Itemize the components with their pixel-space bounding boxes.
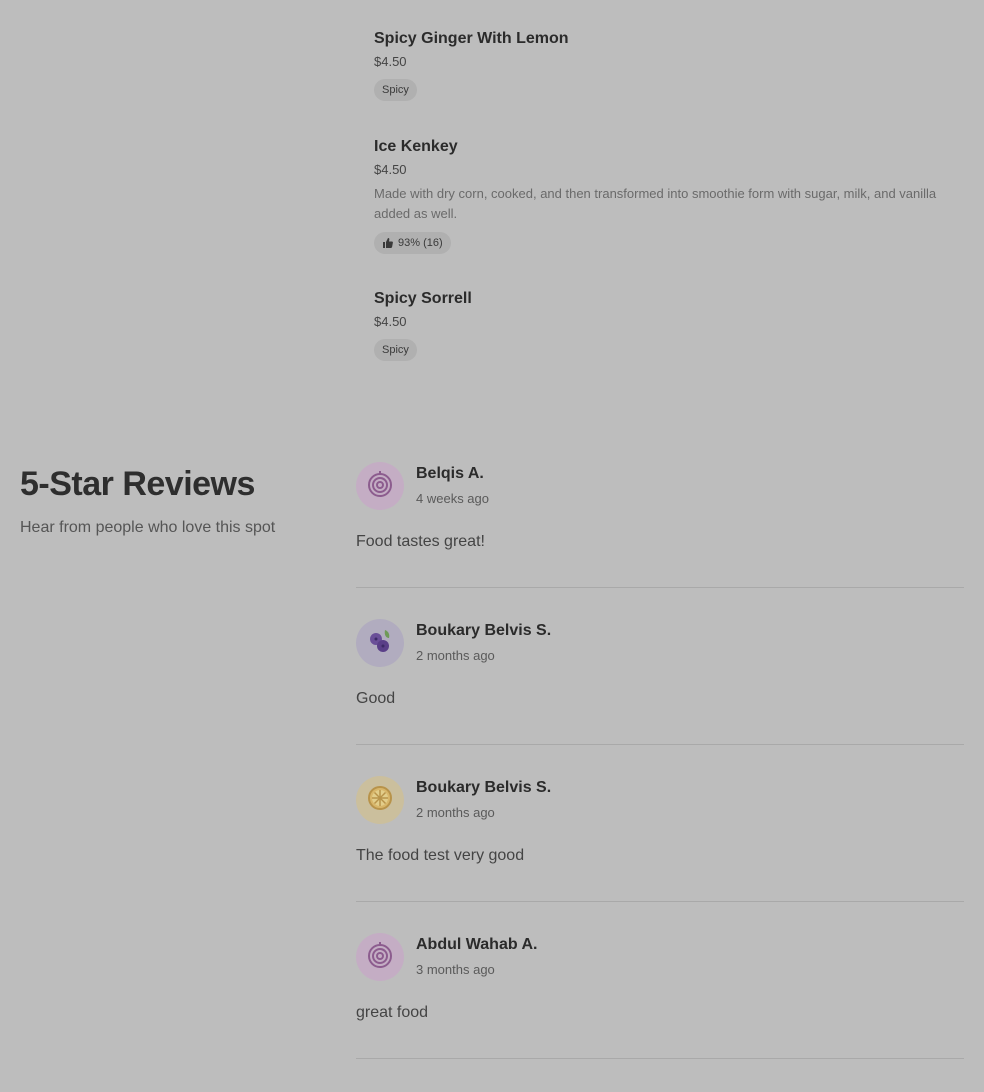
review-text: The food test very good: [356, 847, 525, 864]
review-date: 2 months ago: [416, 648, 495, 663]
menu-item-name: Spicy Sorrell: [374, 290, 472, 307]
lemon-icon: [365, 783, 395, 818]
review-card: Boukary Belvis S. 2 months ago Good: [356, 619, 964, 745]
tag-label: Spicy: [382, 344, 409, 356]
menu-item[interactable]: Spicy Ginger With Lemon $4.50 Spicy: [374, 28, 964, 101]
review-card: Boukary Belvis S. 2 months ago The food …: [356, 776, 964, 902]
menu-item-price: $4.50: [374, 314, 407, 329]
avatar: [356, 619, 404, 667]
review-text: Good: [356, 690, 396, 707]
reviewer-name: Boukary Belvis S.: [416, 779, 552, 796]
thumbs-up-icon: [382, 237, 394, 249]
avatar: [356, 933, 404, 981]
spicy-tag: Spicy: [374, 79, 417, 101]
reviews-subtitle: Hear from people who love this spot: [20, 519, 276, 536]
review-card: Belqis A. 4 weeks ago Food tastes great!: [356, 462, 964, 588]
menu-item-description: Made with dry corn, cooked, and then tra…: [374, 186, 937, 221]
reviewer-name: Abdul Wahab A.: [416, 936, 538, 953]
spicy-tag: Spicy: [374, 339, 417, 361]
review-date: 4 weeks ago: [416, 491, 489, 506]
review-text: great food: [356, 1004, 429, 1021]
menu-item-name: Spicy Ginger With Lemon: [374, 30, 569, 47]
reviews-title: 5-Star Reviews: [20, 465, 255, 503]
blueberry-icon: [365, 626, 395, 661]
menu-item[interactable]: Ice Kenkey $4.50 Made with dry corn, coo…: [374, 136, 964, 254]
menu-item[interactable]: Spicy Sorrell $4.50 Spicy: [374, 288, 964, 361]
avatar: [356, 776, 404, 824]
rating-tag: 93% (16): [374, 232, 451, 254]
onion-icon: [365, 940, 395, 975]
review-card: Abdul Wahab A. 3 months ago great food: [356, 933, 964, 1059]
review-date: 2 months ago: [416, 805, 495, 820]
menu-item-price: $4.50: [374, 162, 407, 177]
review-text: Food tastes great!: [356, 533, 485, 550]
tag-label: Spicy: [382, 84, 409, 96]
menu-item-name: Ice Kenkey: [374, 138, 458, 155]
reviewer-name: Belqis A.: [416, 465, 484, 482]
reviews-header: 5-Star Reviews Hear from people who love…: [20, 462, 320, 538]
onion-icon: [365, 469, 395, 504]
avatar: [356, 462, 404, 510]
reviewer-name: Boukary Belvis S.: [416, 622, 552, 639]
tag-label: 93% (16): [398, 237, 443, 249]
review-date: 3 months ago: [416, 962, 495, 977]
menu-item-price: $4.50: [374, 54, 407, 69]
